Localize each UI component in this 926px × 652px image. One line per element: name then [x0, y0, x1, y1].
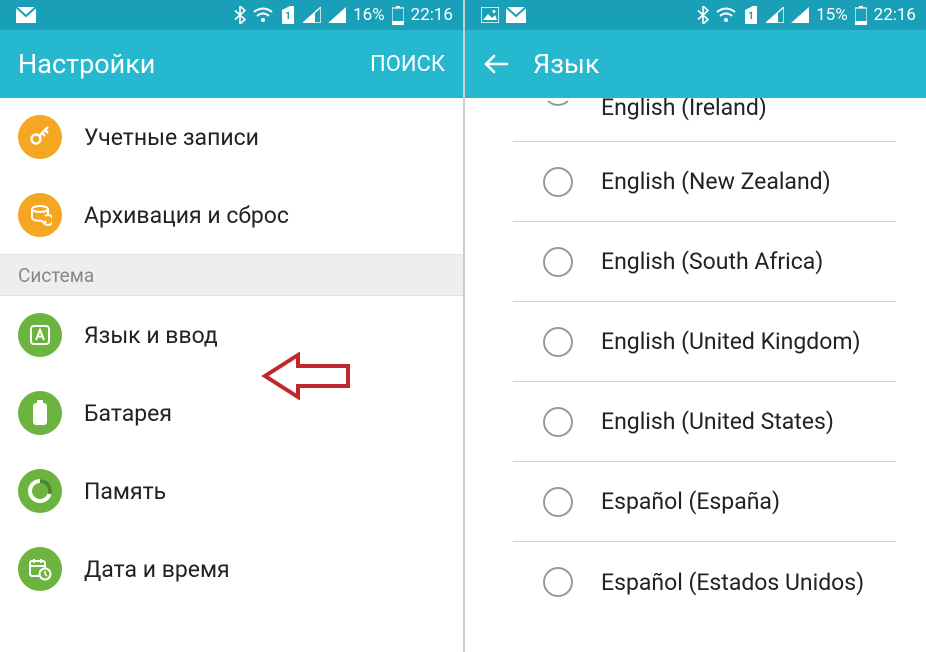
calendar-clock-icon — [18, 547, 62, 591]
status-bar: 1 16% 22:16 — [0, 0, 463, 30]
language-option[interactable]: English (South Africa) — [513, 222, 896, 302]
radio-unchecked[interactable] — [543, 407, 573, 437]
svg-text:1: 1 — [285, 11, 291, 22]
page-title: Настройки — [18, 48, 370, 80]
memory-row[interactable]: Память — [0, 452, 463, 530]
language-option[interactable]: English (Ireland) — [513, 98, 896, 142]
wifi-icon — [253, 7, 273, 23]
language-label: English (Ireland) — [601, 98, 767, 121]
language-icon — [18, 313, 62, 357]
battery-percent: 15% — [816, 5, 848, 25]
battery-settings-icon — [18, 391, 62, 435]
language-input-row[interactable]: Язык и ввод — [0, 296, 463, 374]
search-action[interactable]: ПОИСК — [370, 52, 445, 77]
language-option[interactable]: English (New Zealand) — [513, 142, 896, 222]
svg-text:1: 1 — [748, 11, 754, 22]
memory-icon — [18, 469, 62, 513]
battery-icon — [392, 6, 404, 25]
signal2-icon — [791, 7, 809, 23]
gmail-icon — [16, 7, 36, 23]
language-label: English (United States) — [601, 408, 834, 435]
sim1-icon: 1 — [280, 6, 296, 24]
settings-item-label: Память — [84, 478, 166, 505]
signal2-icon — [328, 7, 346, 23]
language-label: English (United Kingdom) — [601, 328, 861, 355]
settings-item-label: Учетные записи — [84, 124, 259, 151]
key-icon — [18, 115, 62, 159]
language-list[interactable]: English (Ireland) English (New Zealand) … — [465, 98, 926, 652]
backup-icon — [18, 193, 62, 237]
language-label: Español (Estados Unidos) — [601, 569, 864, 596]
language-option[interactable]: Español (España) — [513, 462, 896, 542]
clock: 22:16 — [411, 5, 453, 25]
date-time-row[interactable]: Дата и время — [0, 530, 463, 608]
left-screen: 1 16% 22:16 Настройки ПОИСК Учетные запи… — [0, 0, 463, 652]
accounts-row[interactable]: Учетные записи — [0, 98, 463, 176]
signal-icon — [303, 7, 321, 23]
clock: 22:16 — [874, 5, 916, 25]
battery-percent: 16% — [353, 5, 385, 25]
radio-unchecked[interactable] — [543, 567, 573, 597]
settings-item-label: Дата и время — [84, 556, 230, 583]
right-screen: 1 15% 22:16 Язык English (Ireland) Engli… — [463, 0, 926, 652]
bluetooth-icon — [697, 6, 709, 24]
settings-item-label: Батарея — [84, 400, 172, 427]
settings-list: Учетные записи Архивация и сброс Система… — [0, 98, 463, 652]
language-option[interactable]: English (United Kingdom) — [513, 302, 896, 382]
wifi-icon — [716, 7, 736, 23]
radio-unchecked[interactable] — [543, 247, 573, 277]
battery-row[interactable]: Батарея — [0, 374, 463, 452]
settings-item-label: Архивация и сброс — [84, 202, 289, 229]
gmail-icon — [506, 7, 526, 23]
language-label: English (New Zealand) — [601, 168, 831, 195]
language-label: Español (España) — [601, 488, 780, 515]
language-header: Язык — [465, 30, 926, 98]
language-option[interactable]: English (United States) — [513, 382, 896, 462]
radio-unchecked[interactable] — [543, 327, 573, 357]
language-option[interactable]: Español (Estados Unidos) — [513, 542, 896, 622]
radio-unchecked[interactable] — [543, 487, 573, 517]
image-icon — [481, 7, 499, 23]
bluetooth-icon — [234, 6, 246, 24]
back-button[interactable] — [483, 51, 509, 77]
settings-item-label: Язык и ввод — [84, 322, 218, 349]
language-label: English (South Africa) — [601, 248, 823, 275]
settings-header: Настройки ПОИСК — [0, 30, 463, 98]
sim1-icon: 1 — [743, 6, 759, 24]
signal-icon — [766, 7, 784, 23]
section-system: Система — [0, 254, 463, 296]
backup-reset-row[interactable]: Архивация и сброс — [0, 176, 463, 254]
radio-unchecked[interactable] — [543, 167, 573, 197]
battery-icon — [855, 6, 867, 25]
status-bar: 1 15% 22:16 — [465, 0, 926, 30]
radio-unchecked[interactable] — [543, 98, 573, 106]
page-title: Язык — [533, 48, 908, 80]
